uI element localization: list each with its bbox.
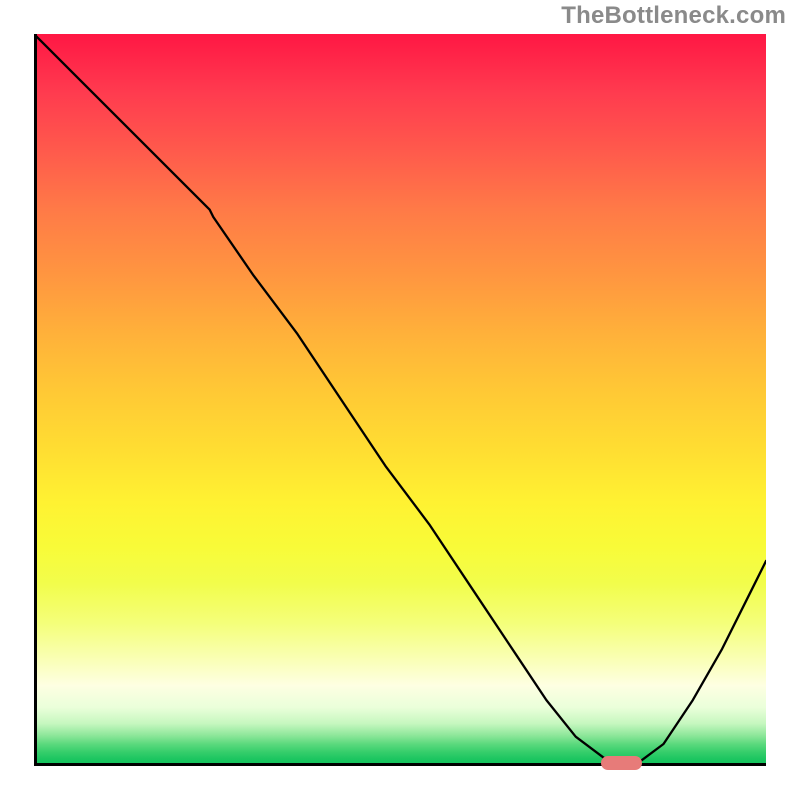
bottleneck-curve (34, 34, 766, 766)
optimum-marker (601, 756, 641, 769)
chart-container: TheBottleneck.com (0, 0, 800, 800)
watermark-text: TheBottleneck.com (561, 2, 786, 30)
plot-area (34, 34, 766, 766)
